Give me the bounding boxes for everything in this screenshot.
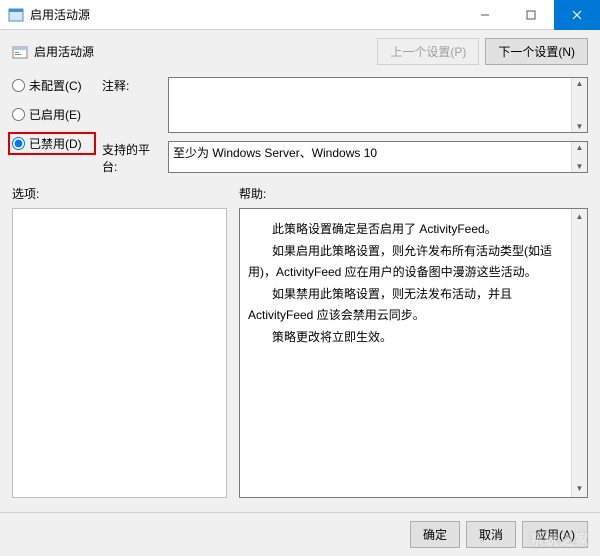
- scroll-up-icon[interactable]: ▲: [575, 142, 585, 153]
- comment-label: 注释:: [102, 77, 162, 94]
- radio-disabled[interactable]: 已禁用(D): [8, 132, 96, 155]
- radio-not-configured[interactable]: 未配置(C): [12, 77, 92, 94]
- help-label: 帮助:: [239, 185, 588, 202]
- scroll-down-icon[interactable]: ▼: [575, 481, 585, 497]
- platform-value: 至少为 Windows Server、Windows 10: [173, 146, 377, 160]
- policy-icon: [12, 44, 28, 60]
- radio-disabled-label: 已禁用(D): [29, 135, 82, 152]
- scroll-down-icon[interactable]: ▼: [575, 121, 585, 132]
- comment-textarea[interactable]: ▲ ▼: [168, 77, 588, 133]
- help-text: 策略更改将立即生效。: [248, 327, 567, 347]
- options-label: 选项:: [12, 185, 227, 202]
- next-setting-button[interactable]: 下一个设置(N): [485, 38, 588, 65]
- cancel-button[interactable]: 取消: [466, 521, 516, 548]
- scrollbar[interactable]: ▲ ▼: [571, 142, 587, 172]
- window-icon: [8, 7, 24, 23]
- platform-label: 支持的平台:: [102, 141, 162, 175]
- radio-not-configured-input[interactable]: [12, 79, 25, 92]
- radio-not-configured-label: 未配置(C): [29, 77, 82, 94]
- apply-button[interactable]: 应用(A): [522, 521, 588, 548]
- titlebar: 启用活动源: [0, 0, 600, 30]
- window-controls: [462, 0, 600, 30]
- radio-enabled-input[interactable]: [12, 108, 25, 121]
- minimize-button[interactable]: [462, 0, 508, 30]
- help-text: 如果禁用此策略设置，则无法发布活动，并且 ActivityFeed 应该会禁用云…: [248, 284, 567, 325]
- close-button[interactable]: [554, 0, 600, 30]
- maximize-button[interactable]: [508, 0, 554, 30]
- options-panel: [12, 208, 227, 498]
- scrollbar[interactable]: ▲ ▼: [571, 78, 587, 132]
- scroll-down-icon[interactable]: ▼: [575, 161, 585, 172]
- help-text: 如果启用此策略设置，则允许发布所有活动类型(如适用)，ActivityFeed …: [248, 241, 567, 282]
- window-title: 启用活动源: [30, 6, 462, 23]
- help-panel: 此策略设置确定是否启用了 ActivityFeed。 如果启用此策略设置，则允许…: [239, 208, 588, 498]
- radio-disabled-input[interactable]: [12, 137, 25, 150]
- prev-setting-button[interactable]: 上一个设置(P): [377, 38, 479, 65]
- scroll-up-icon[interactable]: ▲: [575, 209, 585, 225]
- platform-box: 至少为 Windows Server、Windows 10 ▲ ▼: [168, 141, 588, 173]
- scroll-up-icon[interactable]: ▲: [575, 78, 585, 89]
- dialog-title: 启用活动源: [34, 43, 94, 60]
- dialog-header: 启用活动源: [12, 43, 94, 60]
- radio-enabled[interactable]: 已启用(E): [12, 106, 92, 123]
- ok-button[interactable]: 确定: [410, 521, 460, 548]
- help-text: 此策略设置确定是否启用了 ActivityFeed。: [248, 219, 567, 239]
- dialog-footer: 确定 取消 应用(A) 系统之家: [0, 512, 600, 556]
- radio-enabled-label: 已启用(E): [29, 106, 81, 123]
- scrollbar[interactable]: ▲ ▼: [571, 209, 587, 497]
